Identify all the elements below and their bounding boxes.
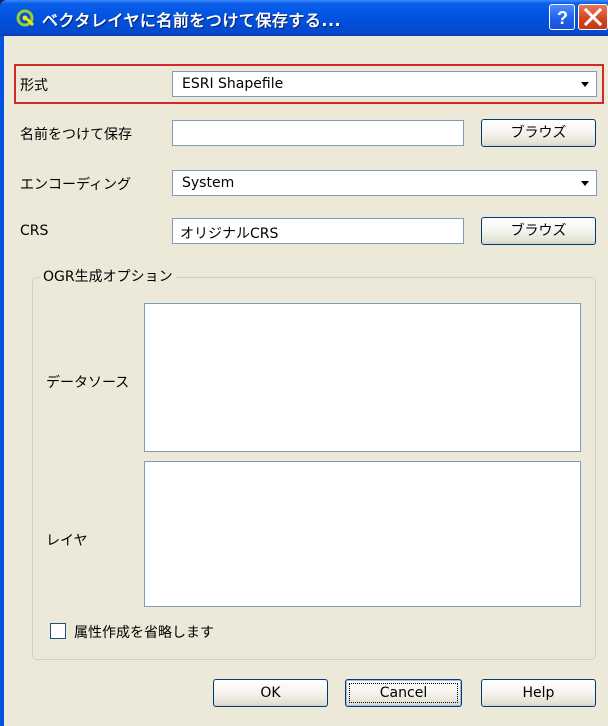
save-as-label: 名前をつけて保存 bbox=[20, 127, 132, 143]
title-help-button[interactable]: ? bbox=[549, 4, 575, 30]
crs-browse-button[interactable]: ブラウズ bbox=[481, 217, 596, 245]
help-button[interactable]: Help bbox=[481, 679, 596, 707]
encoding-select[interactable]: System bbox=[172, 170, 597, 196]
chevron-down-icon[interactable] bbox=[576, 173, 594, 193]
dialog-window: ベクタレイヤに名前をつけて保存する... ? 形式 ESRI Shapefile… bbox=[0, 0, 608, 726]
skip-attributes-checkbox[interactable] bbox=[50, 623, 66, 639]
title-bar[interactable]: ベクタレイヤに名前をつけて保存する... ? bbox=[0, 0, 608, 36]
save-as-input[interactable] bbox=[172, 120, 464, 146]
layer-label: レイヤ bbox=[46, 533, 88, 549]
format-value: ESRI Shapefile bbox=[182, 76, 284, 92]
format-label: 形式 bbox=[20, 78, 48, 94]
close-icon bbox=[583, 7, 603, 27]
encoding-label: エンコーディング bbox=[20, 177, 132, 193]
ogr-group-title: OGR生成オプション bbox=[40, 266, 176, 286]
help-symbol: ? bbox=[557, 8, 568, 28]
title-close-button[interactable] bbox=[578, 4, 608, 30]
window-title: ベクタレイヤに名前をつけて保存する... bbox=[42, 11, 342, 30]
datasource-options-textarea[interactable] bbox=[144, 303, 581, 452]
save-as-browse-button[interactable]: ブラウズ bbox=[481, 119, 596, 147]
crs-label: CRS bbox=[20, 223, 49, 239]
question-icon: ? bbox=[557, 8, 568, 28]
crs-input[interactable]: オリジナルCRS bbox=[172, 218, 464, 244]
cancel-button[interactable]: Cancel bbox=[345, 679, 462, 707]
datasource-label: データソース bbox=[46, 375, 130, 391]
skip-attributes-label: 属性作成を省略します bbox=[74, 625, 214, 641]
qgis-logo-icon bbox=[16, 9, 35, 27]
ok-button[interactable]: OK bbox=[213, 679, 328, 707]
cancel-focus-ring bbox=[349, 683, 458, 703]
crs-value: オリジナルCRS bbox=[180, 226, 279, 242]
chevron-down-icon[interactable] bbox=[576, 74, 594, 94]
encoding-value: System bbox=[182, 175, 235, 191]
layer-options-textarea[interactable] bbox=[144, 461, 581, 607]
format-select[interactable]: ESRI Shapefile bbox=[172, 71, 597, 97]
